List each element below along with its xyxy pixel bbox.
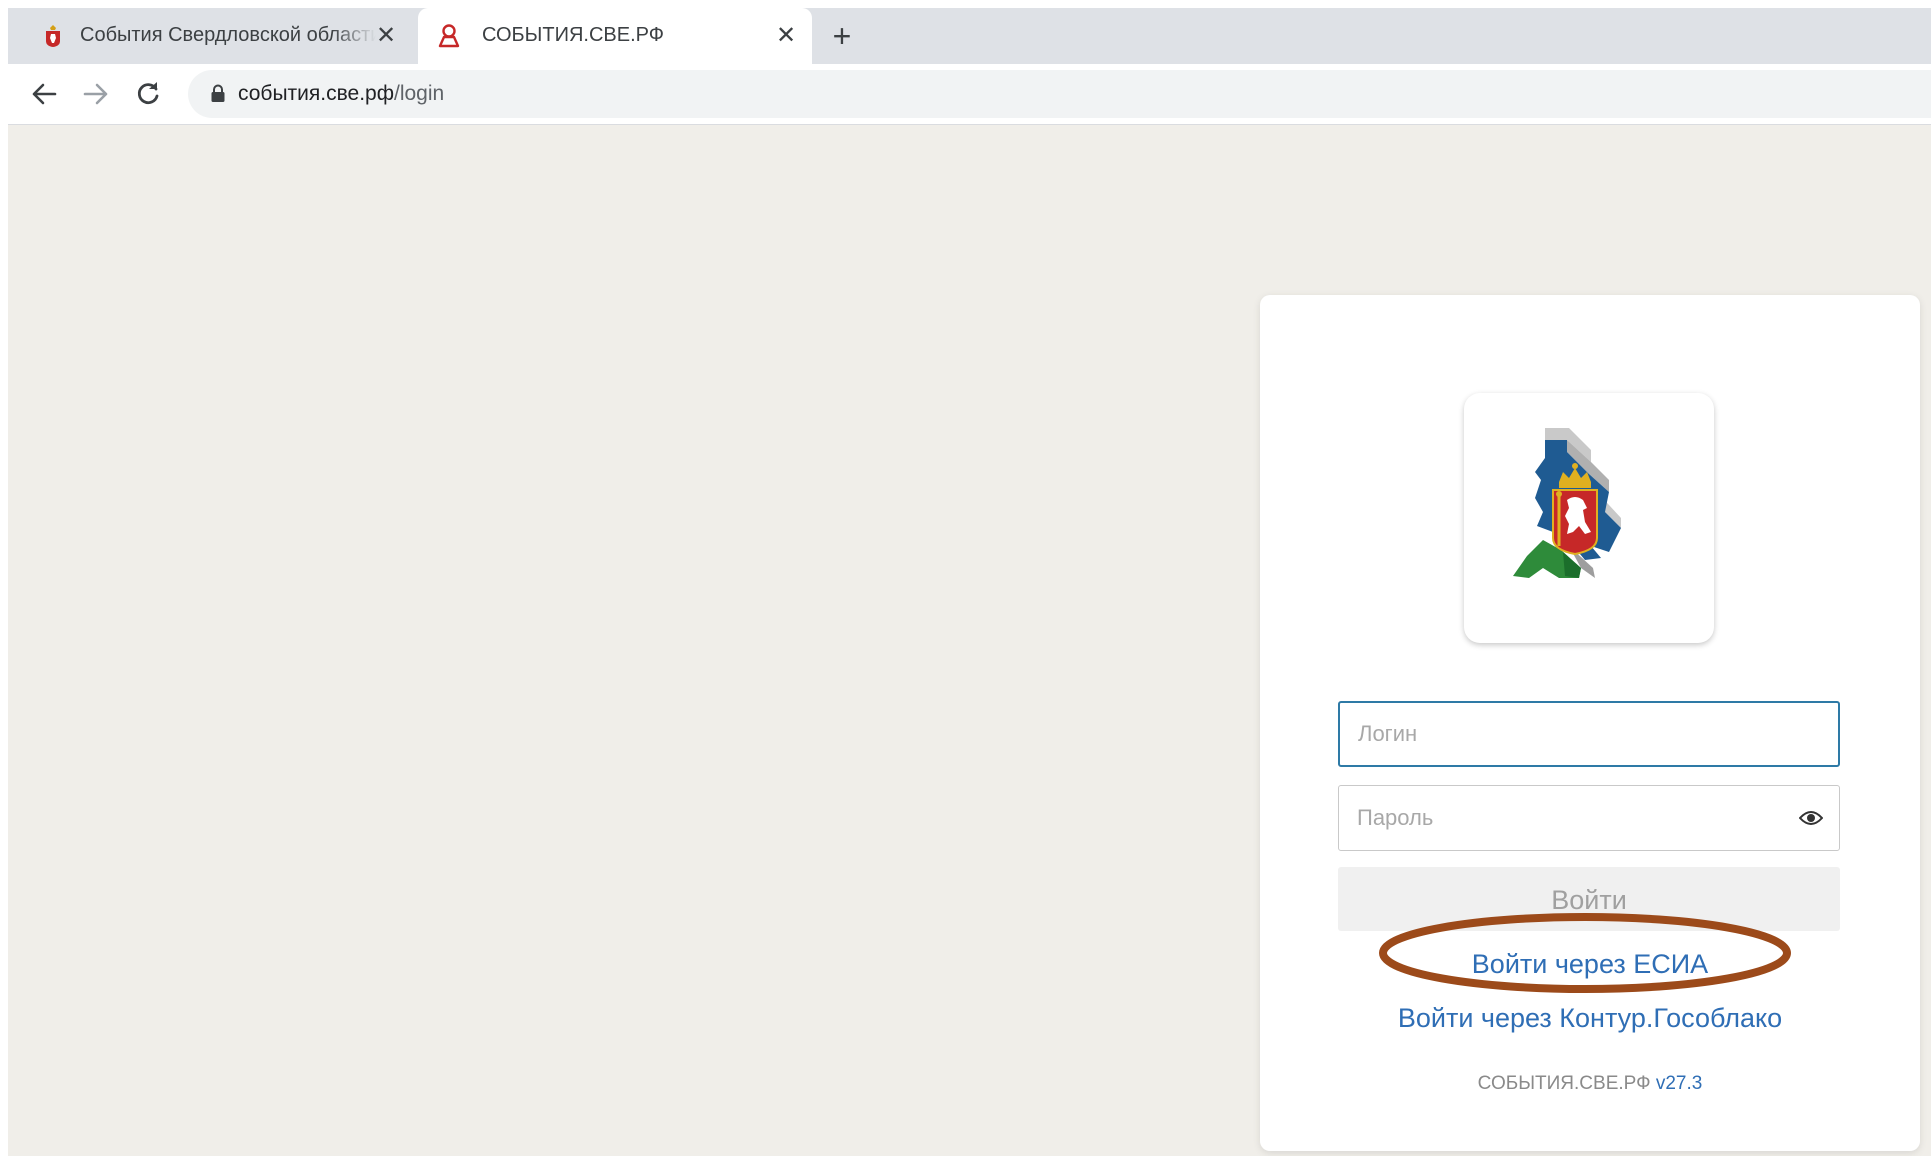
- version-number: v27.3: [1655, 1073, 1703, 1094]
- url-host: события.све.рф: [238, 82, 394, 105]
- tab-sobytiya-sve[interactable]: СОБЫТИЯ.СВЕ.РФ ✕: [418, 8, 812, 64]
- new-tab-button[interactable]: +: [826, 20, 858, 52]
- browser-window: События Свердловской области ✕ СОБЫТИЯ.С…: [8, 8, 1931, 1156]
- url-path: /login: [393, 82, 445, 105]
- back-button[interactable]: [28, 78, 60, 110]
- eye-icon[interactable]: [1799, 808, 1823, 828]
- browser-toolbar: события.све.рф/login: [8, 64, 1931, 125]
- password-input[interactable]: [1339, 786, 1839, 850]
- lock-icon: [211, 84, 225, 102]
- tab-title: События Свердловской области: [80, 24, 376, 46]
- tab-title: СОБЫТИЯ.СВЕ.РФ: [482, 24, 664, 46]
- kontur-login-link[interactable]: Войти через Контур.Гособлако: [1260, 1003, 1920, 1034]
- tab-strip: События Свердловской области ✕ СОБЫТИЯ.С…: [8, 8, 1931, 64]
- login-submit-button[interactable]: Войти: [1338, 867, 1840, 931]
- reload-button[interactable]: [132, 78, 164, 110]
- password-field[interactable]: [1338, 785, 1840, 851]
- login-input[interactable]: [1340, 703, 1838, 765]
- address-bar[interactable]: события.све.рф/login: [188, 70, 1931, 118]
- tab-sverdlovsk-events[interactable]: События Свердловской области ✕: [8, 8, 412, 64]
- arrow-left-icon: [32, 83, 57, 105]
- sverdlovsk-region-logo: [1513, 428, 1621, 578]
- page-content: Войти Войти через ЕСИА Войти через Конту…: [8, 125, 1931, 1156]
- tab-close-icon[interactable]: ✕: [372, 22, 400, 50]
- login-field[interactable]: [1338, 701, 1840, 767]
- person-outline-icon: [438, 24, 460, 48]
- reload-icon: [137, 82, 159, 105]
- url-text: события.све.рф/login: [238, 82, 444, 106]
- login-card: Войти Войти через ЕСИА Войти через Конту…: [1260, 295, 1920, 1151]
- esia-login-link[interactable]: Войти через ЕСИА: [1260, 949, 1920, 980]
- app-version: СОБЫТИЯ.СВЕ.РФ v27.3: [1260, 1073, 1920, 1095]
- tab-close-icon[interactable]: ✕: [772, 22, 800, 50]
- logo-container: [1464, 393, 1714, 643]
- forward-button[interactable]: [80, 78, 112, 110]
- arrow-right-icon: [83, 83, 108, 105]
- sverdlovsk-crest-icon: [46, 25, 60, 47]
- version-app-name: СОБЫТИЯ.СВЕ.РФ: [1477, 1073, 1651, 1094]
